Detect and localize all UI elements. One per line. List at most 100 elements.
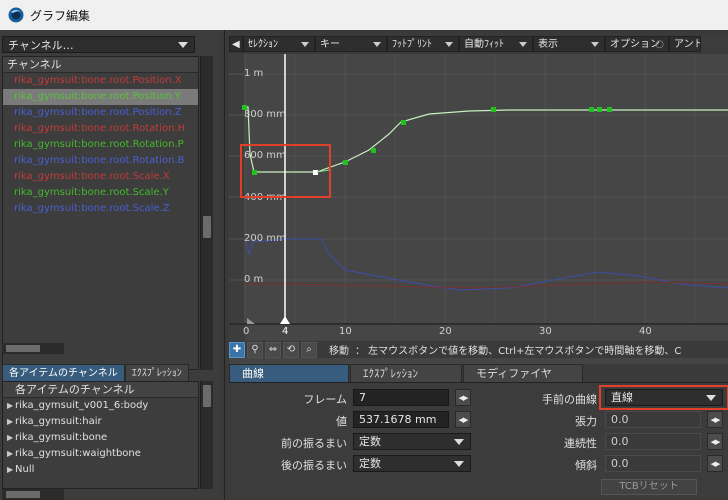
channel-list-hscrollbar[interactable] xyxy=(2,343,64,354)
post-behavior-label: 後の振るまい xyxy=(281,459,347,472)
graph-canvas[interactable] xyxy=(229,54,728,342)
channel-panel: チャンネル… チャンネル rika_gymsuit:bone.root.Posi… xyxy=(0,30,222,500)
y-label: 400 mm xyxy=(244,192,286,203)
tab-item-channels[interactable]: 各アイテムのチャンネル xyxy=(2,364,125,381)
expand-triangle-icon[interactable]: ▶ xyxy=(7,398,15,414)
roll-tool-icon[interactable]: ⟲ xyxy=(283,341,299,358)
graph-area[interactable]: 1 m 800 mm 600 mm 400 mm 200 mm 0 m 0 4 … xyxy=(229,54,728,366)
expand-triangle-icon[interactable]: ▶ xyxy=(7,414,15,430)
expand-triangle-icon[interactable]: ▶ xyxy=(7,462,15,478)
key-menu[interactable]: キー xyxy=(315,36,387,52)
scrollbar-thumb[interactable] xyxy=(203,385,211,407)
undo-button-label: アンド xyxy=(674,39,701,50)
expand-triangle-icon[interactable]: ▶ xyxy=(7,446,15,462)
selected-key[interactable] xyxy=(313,170,318,175)
tension-stepper-icon[interactable]: ◀▶ xyxy=(707,411,723,428)
tab-expression[interactable]: ｴｸｽﾌﾟﾚｯｼｮﾝ xyxy=(350,364,462,382)
channel-list-scrollbar[interactable] xyxy=(200,56,213,370)
item-list: 各アイテムのチャンネル ▶ rika_gymsuit_v001_6:body ▶ r… xyxy=(2,381,199,489)
selection-menu[interactable]: ｾﾚｸｼｮﾝ xyxy=(243,36,315,52)
channel-item[interactable]: rika_gymsuit:bone.root.Rotation.P xyxy=(3,137,198,153)
graph-toolbar: ◀ ｾﾚｸｼｮﾝ キー ﾌｯﾄﾌﾟﾘﾝﾄ 自動ﾌｨｯﾄ 表示 オプション ○ アン… xyxy=(229,36,728,52)
frame-label: フレーム xyxy=(303,393,347,406)
channel-item[interactable]: rika_gymsuit:bone.root.Position.Z xyxy=(3,105,198,121)
pre-behavior-select[interactable]: 定数 xyxy=(353,433,471,450)
add-key-tool-icon[interactable]: ⚲ xyxy=(247,341,263,358)
value-field[interactable]: 537.1678 mm xyxy=(353,411,449,428)
channel-dropdown[interactable]: チャンネル… xyxy=(2,36,195,53)
item-list-scrollbar[interactable] xyxy=(200,381,213,489)
chevron-down-icon xyxy=(519,42,527,47)
y-label: 600 mm xyxy=(244,150,286,161)
x-label: 20 xyxy=(439,326,452,337)
tab-modifier[interactable]: モディファイヤ xyxy=(463,364,583,382)
incoming-curve-select[interactable]: 直線 xyxy=(605,389,723,406)
tool-hint: ： 左マウスボタンで値を移動、Ctrl+左マウスボタンで時間軸を移動、C xyxy=(355,346,682,357)
tab-curve[interactable]: 曲線 xyxy=(229,364,349,382)
y-label: 0 m xyxy=(244,274,264,285)
tree-item[interactable]: ▶ rika_gymsuit:hair xyxy=(3,414,198,430)
tab-expressions[interactable]: ｴｸｽﾌﾟﾚｯｼｮﾝ xyxy=(124,364,189,381)
chevron-down-icon xyxy=(445,42,453,47)
frame-field[interactable]: 7 xyxy=(353,389,449,406)
chevron-down-icon xyxy=(301,42,309,47)
chevron-down-icon xyxy=(591,42,599,47)
channel-item[interactable]: rika_gymsuit:bone.root.Rotation.B xyxy=(3,153,198,169)
tension-field[interactable]: 0.0 xyxy=(605,411,701,428)
graph-tools: ✚ ⚲ ⇔ ⟲ ⌕ 移動 ： 左マウスボタンで値を移動、Ctrl+左マウスボタン… xyxy=(229,341,728,358)
scrollbar-thumb[interactable] xyxy=(203,216,211,238)
tree-item[interactable]: ▶ rika_gymsuit_v001_6:body xyxy=(3,398,198,414)
undo-button[interactable]: アンド xyxy=(669,36,701,52)
options-menu[interactable]: オプション ○ xyxy=(605,36,669,52)
value-stepper-icon[interactable]: ◀▶ xyxy=(455,411,471,428)
tree-item[interactable]: ▶ rika_gymsuit:waightbone xyxy=(3,446,198,462)
channel-item[interactable]: rika_gymsuit:bone.root.Scale.X xyxy=(3,169,198,185)
footprint-menu-label: ﾌｯﾄﾌﾟﾘﾝﾄ xyxy=(392,39,432,50)
x-label: 40 xyxy=(639,326,652,337)
tree-item[interactable]: ▶ rika_gymsuit:bone xyxy=(3,430,198,446)
item-tabs: 各アイテムのチャンネル ｴｸｽﾌﾟﾚｯｼｮﾝ xyxy=(2,364,199,381)
zoom-tool-icon[interactable]: ⌕ xyxy=(301,341,317,358)
continuity-field[interactable]: 0.0 xyxy=(605,433,701,450)
y-label: 1 m xyxy=(244,68,264,79)
channel-item[interactable]: rika_gymsuit:bone.root.Scale.Y xyxy=(3,185,198,201)
bias-field[interactable]: 0.0 xyxy=(605,455,701,472)
footprint-menu[interactable]: ﾌｯﾄﾌﾟﾘﾝﾄ xyxy=(387,36,459,52)
x-label: 10 xyxy=(339,326,352,337)
stretch-tool-icon[interactable]: ⇔ xyxy=(265,341,281,358)
post-behavior-select[interactable]: 定数 xyxy=(353,455,471,472)
item-list-hscrollbar[interactable] xyxy=(2,489,64,500)
scrollbar-thumb[interactable] xyxy=(6,345,40,352)
continuity-stepper-icon[interactable]: ◀▶ xyxy=(707,433,723,450)
incoming-curve-label: 手前の曲線 xyxy=(542,393,597,406)
tension-label: 張力 xyxy=(575,415,597,428)
channel-item[interactable]: rika_gymsuit:bone.root.Position.X xyxy=(3,73,198,89)
continuity-label: 連続性 xyxy=(564,437,597,450)
tree-item-label: Null xyxy=(15,464,35,475)
channel-dropdown-label: チャンネル… xyxy=(8,38,74,52)
autofit-menu-label: 自動ﾌｨｯﾄ xyxy=(464,39,504,50)
chevron-down-icon xyxy=(373,42,381,47)
graph-panel: ◀ ｾﾚｸｼｮﾝ キー ﾌｯﾄﾌﾟﾘﾝﾄ 自動ﾌｨｯﾄ 表示 オプション ○ アン… xyxy=(224,30,728,500)
property-tabs: 曲線 ｴｸｽﾌﾟﾚｯｼｮﾝ モディファイヤ xyxy=(229,364,728,382)
scrollbar-thumb[interactable] xyxy=(6,491,40,498)
tcb-reset-button[interactable]: TCBリセット xyxy=(601,479,697,495)
channel-item-selected[interactable]: rika_gymsuit:bone.root.Position.Y xyxy=(3,89,198,105)
autofit-menu[interactable]: 自動ﾌｨｯﾄ xyxy=(459,36,533,52)
expand-triangle-icon[interactable]: ▶ xyxy=(7,430,15,446)
frame-stepper-icon[interactable]: ◀▶ xyxy=(455,389,471,406)
display-menu[interactable]: 表示 xyxy=(533,36,605,52)
channel-list-header: チャンネル xyxy=(3,57,198,73)
chevron-down-icon xyxy=(454,461,464,467)
channel-list: チャンネル rika_gymsuit:bone.root.Position.X … xyxy=(2,56,199,370)
chevron-down-icon xyxy=(454,439,464,445)
curve-properties: フレーム 7 ◀▶ 値 537.1678 mm ◀▶ 前の振るまい 定数 後の振… xyxy=(229,382,728,500)
move-tool-icon[interactable]: ✚ xyxy=(229,341,245,358)
toolbar-scroll-left-button[interactable]: ◀ xyxy=(229,36,243,52)
channel-item[interactable]: rika_gymsuit:bone.root.Rotation.H xyxy=(3,121,198,137)
channel-item[interactable]: rika_gymsuit:bone.root.Scale.Z xyxy=(3,201,198,217)
y-label: 800 mm xyxy=(244,109,286,120)
value-label: 値 xyxy=(336,415,347,428)
bias-stepper-icon[interactable]: ◀▶ xyxy=(707,455,723,472)
tree-item[interactable]: ▶ Null xyxy=(3,462,198,478)
